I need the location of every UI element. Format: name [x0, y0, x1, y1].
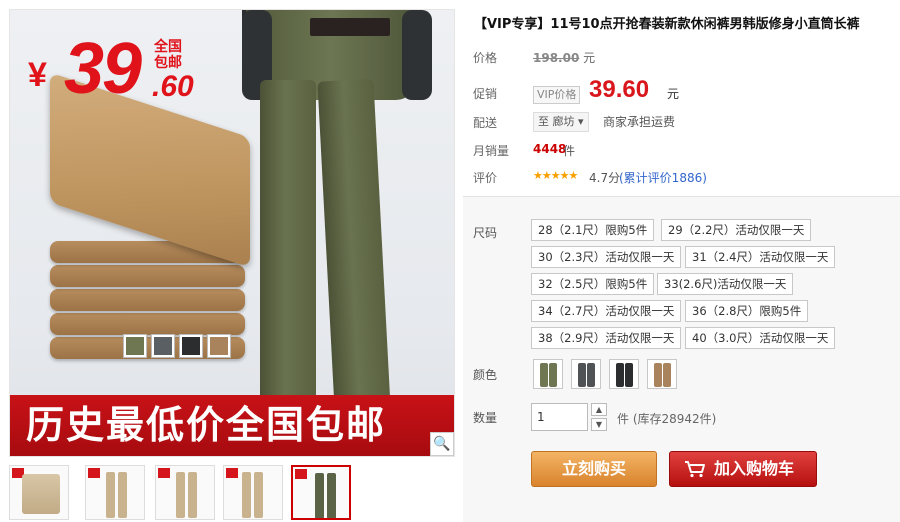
zoom-icon[interactable]: 🔍 — [430, 432, 454, 456]
original-price-label: 价格 — [473, 51, 498, 65]
promo-yen-symbol: ¥ — [28, 56, 47, 94]
swatch-green — [124, 335, 146, 357]
folded-pants-illustration — [40, 72, 255, 359]
swatch-black — [180, 335, 202, 357]
monthly-sales-count: 4448 — [533, 142, 567, 156]
size-option-33[interactable]: 33(2.6尺)活动仅限一天 — [657, 273, 794, 295]
promo-price: 39.60 — [589, 76, 650, 103]
model-right-arm-shape — [402, 10, 432, 100]
size-option-32[interactable]: 32（2.5尺）限购5件 — [531, 273, 655, 295]
swatch-grey — [152, 335, 174, 357]
quantity-label: 数量 — [473, 411, 498, 425]
rating-count-link[interactable]: (累计评价1886) — [619, 169, 707, 186]
shipping-label: 配送 — [473, 116, 498, 130]
color-option-grey[interactable] — [571, 359, 601, 389]
size-option-31[interactable]: 31（2.4尺）活动仅限一天 — [685, 246, 836, 268]
stock-text: 件 (库存28942件) — [617, 412, 717, 426]
size-option-36[interactable]: 36（2.8尺）限购5件 — [685, 300, 809, 322]
sku-selection-panel: 尺码 28（2.1尺）限购5件 29（2.2尺）活动仅限一天 30（2.3尺）活… — [463, 196, 900, 522]
buy-now-button[interactable]: 立刻购买 — [531, 451, 657, 487]
price-info-panel: 价格 198.00 元 促销 VIP价格 39.60 元 配送 至 廊坊 ▾ 商… — [463, 38, 900, 194]
monthly-sales-label: 月销量 — [473, 144, 510, 158]
color-option-khaki[interactable] — [647, 359, 677, 389]
product-title: 【VIP专享】11号10点开抢春装新款休闲裤男韩版修身小直筒长裤 — [474, 17, 860, 32]
original-price: 198.00 元 — [533, 49, 595, 66]
size-option-38[interactable]: 38（2.9尺）活动仅限一天 — [531, 327, 682, 349]
monthly-sales-unit: 件 — [563, 144, 576, 158]
size-option-40[interactable]: 40（3.0尺）活动仅限一天 — [685, 327, 836, 349]
vip-price-tag: VIP价格 — [533, 86, 581, 104]
promo-price-integer: 39 — [64, 29, 142, 109]
thumbnail-4[interactable] — [223, 465, 283, 520]
size-option-29[interactable]: 29（2.2尺）活动仅限一天 — [661, 219, 812, 241]
swatch-khaki — [208, 335, 230, 357]
size-label: 尺码 — [473, 226, 498, 240]
thumbnail-1[interactable] — [9, 465, 69, 520]
model-left-leg-shape — [260, 80, 316, 410]
thumbnail-5-selected[interactable] — [291, 465, 351, 520]
size-option-30[interactable]: 30（2.3尺）活动仅限一天 — [531, 246, 682, 268]
color-option-green[interactable] — [533, 359, 563, 389]
thumbnail-3[interactable] — [155, 465, 215, 520]
main-product-image[interactable]: ¥ 39 .60 全国包邮 历史最低价全国包邮 🔍 — [9, 9, 455, 457]
free-shipping-badge: 全国包邮 — [154, 38, 182, 70]
thumbnail-2[interactable] — [85, 465, 145, 520]
add-to-cart-button[interactable]: 加入购物车 — [669, 451, 817, 487]
belt-shape — [310, 18, 390, 36]
ship-location-text: 至 廊坊 — [538, 115, 575, 128]
rating-stars-icon: ★★★★★ — [533, 169, 578, 182]
quantity-decrease-button[interactable]: ▼ — [591, 418, 607, 431]
color-option-black[interactable] — [609, 359, 639, 389]
size-option-34[interactable]: 34（2.7尺）活动仅限一天 — [531, 300, 682, 322]
size-option-28[interactable]: 28（2.1尺）限购5件 — [531, 219, 655, 241]
quantity-input[interactable]: 1 — [531, 403, 588, 431]
color-label: 颜色 — [473, 368, 498, 382]
promo-price-cents: .60 — [152, 70, 194, 103]
model-right-leg-shape — [317, 78, 391, 412]
original-price-value: 198.00 — [533, 51, 580, 65]
quantity-increase-button[interactable]: ▲ — [591, 403, 607, 416]
shipping-fee-text: 商家承担运费 — [603, 115, 676, 129]
promo-label: 促销 — [473, 87, 498, 101]
rating-score: 4.7分 — [589, 171, 621, 185]
lowest-price-banner: 历史最低价全国包邮 — [10, 395, 454, 456]
original-price-unit: 元 — [583, 51, 596, 65]
cart-icon — [685, 461, 705, 478]
add-to-cart-label: 加入购物车 — [714, 459, 795, 478]
rating-label: 评价 — [473, 171, 498, 185]
chevron-down-icon: ▾ — [578, 115, 584, 128]
ship-location-select[interactable]: 至 廊坊 ▾ — [533, 112, 589, 132]
promo-price-unit: 元 — [667, 87, 680, 101]
